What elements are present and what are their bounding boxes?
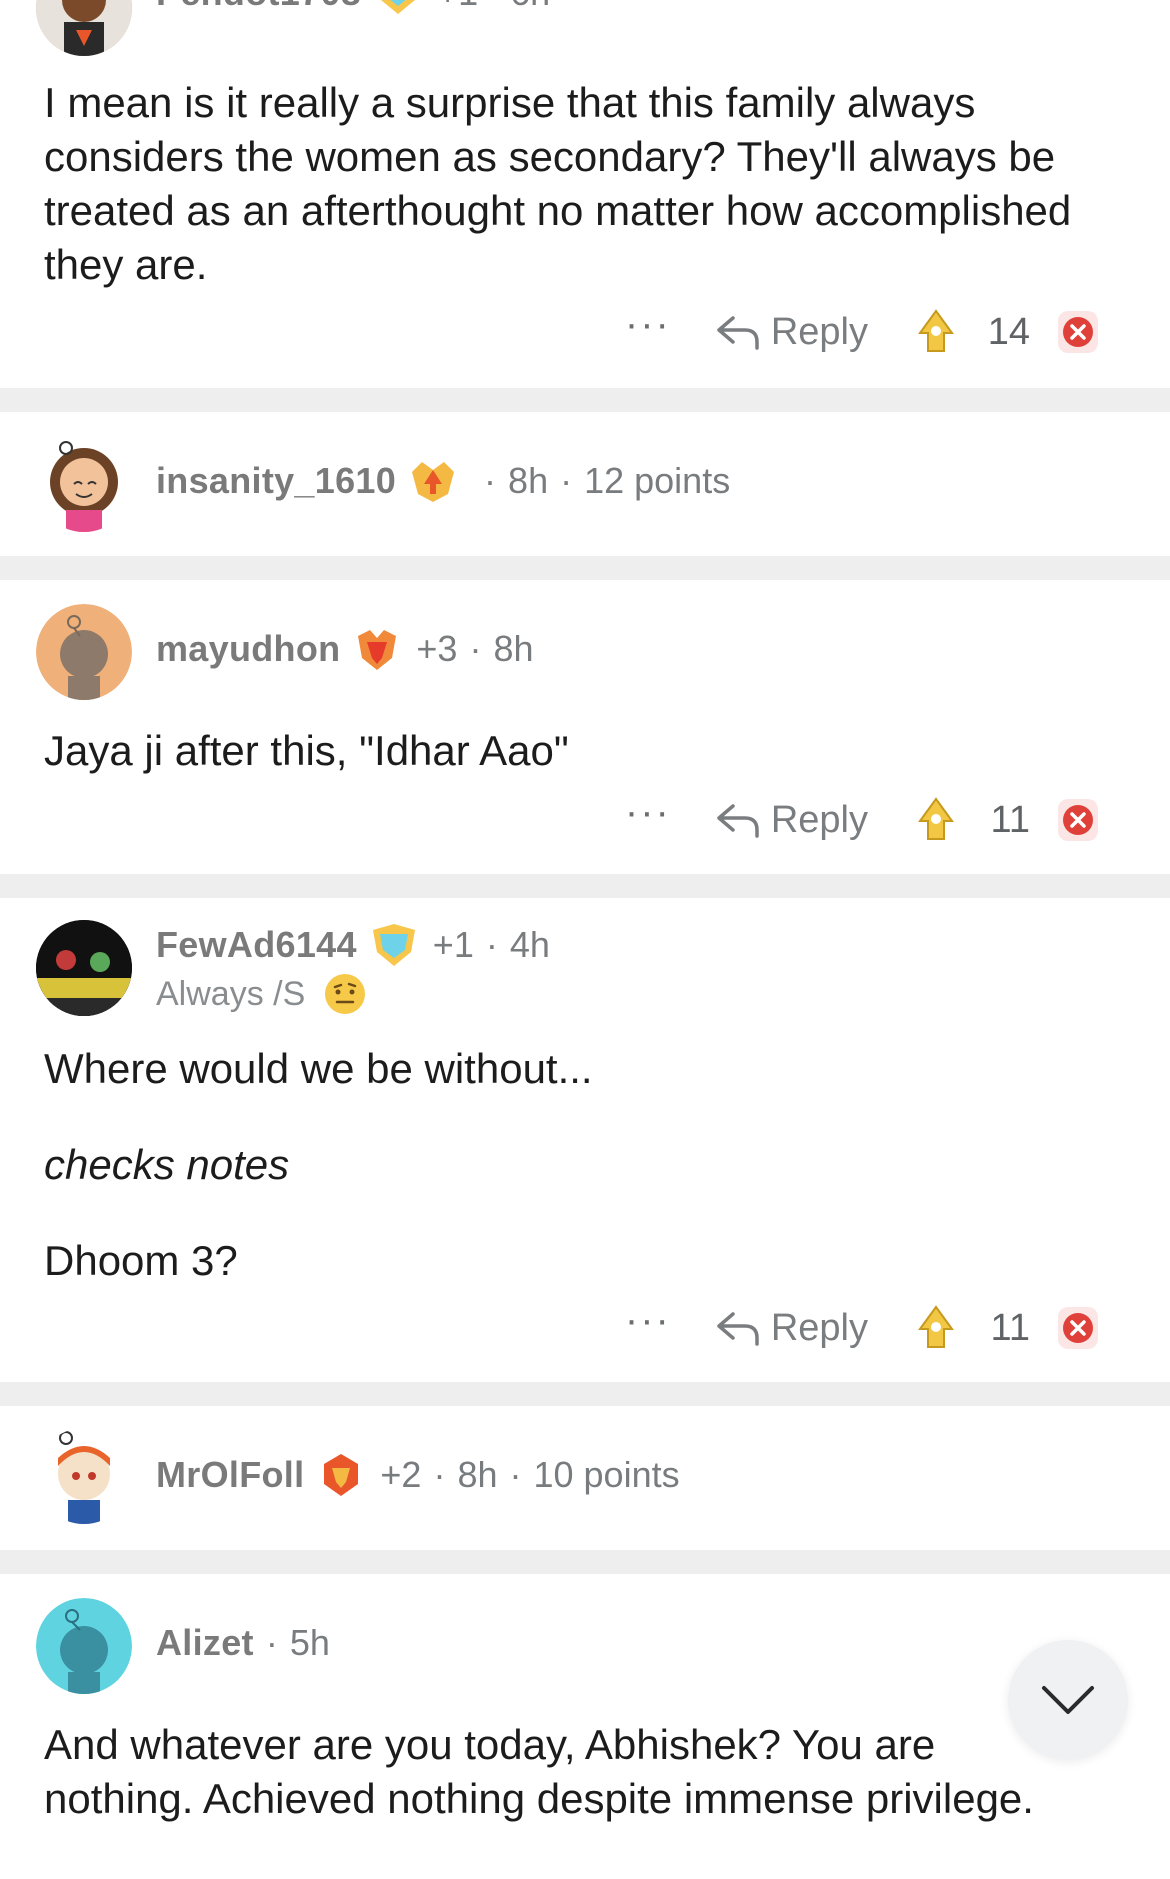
comment-separator [0, 1550, 1170, 1574]
comment-time: 8h [508, 460, 549, 501]
flair-icon [352, 626, 402, 672]
separator-dot: · [433, 1454, 446, 1495]
comment-text: Dhoom 3? [44, 1237, 238, 1284]
comment-time: 8h [493, 628, 534, 669]
username[interactable]: FewAd6144 [156, 924, 357, 966]
comment-actions: ··· Reply 14 [625, 302, 1100, 362]
reply-button[interactable]: Reply [715, 1307, 868, 1350]
comment-text: I mean is it really a surprise that this… [44, 79, 1072, 288]
more-options-button[interactable]: ··· [625, 792, 671, 832]
reply-arrow-icon [717, 804, 759, 838]
avatar[interactable] [36, 1428, 132, 1524]
flair-icon [373, 0, 423, 16]
flair-icon [408, 458, 458, 504]
comment-body: Jaya ji after this, "Idhar Aao" [44, 724, 1084, 778]
avatar[interactable] [36, 1598, 132, 1694]
comment-body: I mean is it really a surprise that this… [44, 76, 1084, 292]
upvote-icon[interactable] [916, 1305, 956, 1351]
reply-arrow-icon [717, 1312, 759, 1346]
comment-text: checks notes [44, 1141, 290, 1188]
comment-meta: MrOlFoll +2 · 8h · 10 points [156, 1452, 680, 1498]
username[interactable]: mayudhon [156, 628, 340, 670]
comment-points: 10 points [533, 1454, 680, 1495]
reply-label: Reply [770, 798, 868, 841]
avatar[interactable] [36, 0, 132, 56]
separator-dot: · [485, 924, 498, 965]
comment-separator [0, 556, 1170, 580]
user-flair-text: Always /S [156, 972, 367, 1016]
flair-icon [316, 1452, 366, 1498]
reply-label: Reply [770, 1306, 868, 1349]
comment-time: 8h [457, 1454, 498, 1495]
user-flair-label: Always /S [156, 974, 306, 1013]
avatar[interactable] [36, 920, 132, 1016]
reply-label: Reply [770, 310, 868, 353]
vote-count: 11 [990, 798, 1030, 841]
separator-dot: · [484, 460, 497, 501]
more-options-button[interactable]: ··· [625, 304, 671, 344]
reply-arrow-icon [717, 316, 759, 350]
avatar[interactable] [36, 604, 132, 700]
separator-dot: · [560, 460, 573, 501]
comment-body: And whatever are you today, Abhishek? Yo… [44, 1718, 1044, 1826]
username[interactable]: insanity_1610 [156, 460, 396, 502]
comment-time: 4h [509, 924, 550, 965]
comment-actions: ··· Reply 11 [625, 790, 1100, 850]
username[interactable]: Alizet [156, 1622, 254, 1664]
username[interactable]: MrOlFoll [156, 1454, 304, 1496]
comment-points: 12 points [584, 460, 731, 501]
comment-separator [0, 874, 1170, 898]
comment-separator [0, 388, 1170, 412]
vote-count: 14 [987, 310, 1030, 353]
upvote-icon[interactable] [916, 309, 956, 355]
more-options-button[interactable]: ··· [625, 1300, 671, 1340]
downvote-icon[interactable] [1056, 309, 1100, 355]
meta-plus: +2 [380, 1454, 422, 1495]
meta-plus: +3 [416, 628, 458, 669]
reply-button[interactable]: Reply [715, 799, 868, 842]
downvote-icon[interactable] [1056, 1305, 1100, 1351]
separator-dot: · [265, 1622, 278, 1663]
downvote-icon[interactable] [1056, 797, 1100, 843]
flair-icon [369, 922, 419, 968]
reply-button[interactable]: Reply [715, 311, 868, 354]
comment-text: Where would we be without... [44, 1045, 593, 1092]
comment-meta: mayudhon +3 · 8h [156, 626, 534, 672]
comment-meta: FewAd6144 +1 · 4h [156, 922, 550, 968]
comment-meta: Pendot1708 +1 · 6h [156, 0, 550, 16]
comment-actions: ··· Reply 11 [625, 1298, 1100, 1358]
comment-text: Jaya ji after this, "Idhar Aao" [44, 727, 569, 774]
username[interactable]: Pendot1708 [156, 0, 361, 14]
raised-eyebrow-emoji-icon [325, 974, 366, 1014]
vote-count: 11 [990, 1306, 1030, 1349]
comment-time: 5h [289, 1622, 330, 1663]
separator-dot: · [509, 1454, 522, 1495]
comment-meta: Alizet · 5h [156, 1622, 330, 1664]
avatar[interactable] [36, 436, 132, 532]
meta-extra: +1 · 6h [437, 0, 550, 14]
meta-plus: +1 [432, 924, 474, 965]
comment-text: And whatever are you today, Abhishek? Yo… [44, 1721, 1034, 1822]
scroll-next-button[interactable] [1008, 1640, 1128, 1760]
chevron-down-icon [1042, 1686, 1094, 1714]
comment-meta: insanity_1610 · 8h · 12 points [156, 458, 730, 504]
upvote-icon[interactable] [916, 797, 956, 843]
comment-body: Where would we be without... checks note… [44, 1042, 1084, 1288]
comment-separator [0, 1382, 1170, 1406]
separator-dot: · [469, 628, 482, 669]
